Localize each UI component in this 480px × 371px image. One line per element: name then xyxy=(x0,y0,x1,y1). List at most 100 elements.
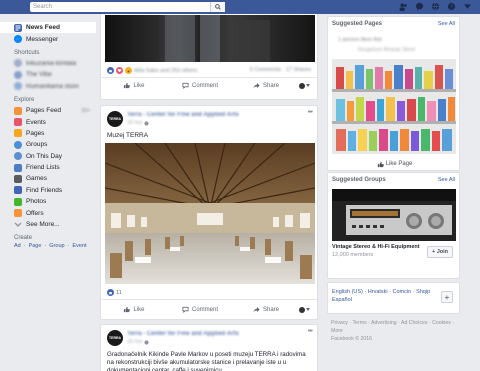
comment-button[interactable]: Comment xyxy=(167,78,233,93)
nav-games[interactable]: Games xyxy=(0,173,96,184)
help-icon[interactable]: ? xyxy=(447,2,456,11)
friend-requests-icon[interactable] xyxy=(399,2,408,11)
nav-offers[interactable]: Offers xyxy=(0,207,96,218)
nav-events[interactable]: Events xyxy=(0,116,96,127)
post-audience-selector[interactable] xyxy=(299,82,317,89)
post-meta: 15 hrs xyxy=(127,339,149,345)
dropdown-arrow-icon[interactable] xyxy=(463,2,472,11)
groups-icon xyxy=(14,140,22,149)
search-input[interactable]: Search xyxy=(30,2,225,12)
see-all-link[interactable]: See All xyxy=(438,177,455,183)
add-language-button[interactable]: + xyxy=(441,291,453,303)
page-avatar[interactable]: TERRA xyxy=(107,111,123,127)
nav-messenger[interactable]: Messenger xyxy=(0,33,96,44)
nav-see-more[interactable]: See More... xyxy=(0,219,96,230)
post-audience-selector[interactable] xyxy=(299,306,317,313)
like-button[interactable]: Like xyxy=(101,78,167,93)
suggested-groups-heading: Suggested Groups xyxy=(332,177,386,183)
footer: Privacy · Terms · Advertising · Ad Choic… xyxy=(331,320,455,342)
nav-label: Groups xyxy=(26,141,48,149)
language-box: English (US) · Hrvatski · Comcin · Shqip… xyxy=(327,282,460,314)
footer-link[interactable]: Advertising xyxy=(371,320,397,326)
post-actions: Like Comment Share xyxy=(101,77,317,93)
avatar xyxy=(299,82,305,89)
post-author[interactable]: Terra - Center for Fine and Applied Arts xyxy=(127,331,239,337)
footer-link[interactable]: Privacy xyxy=(331,320,348,326)
like-button[interactable]: Like xyxy=(101,300,167,319)
page-category: Drugstore Beauty Store xyxy=(358,47,416,53)
feed-post: Alila Sabo and 253 others 5 Comments · 1… xyxy=(100,14,318,100)
share-label: Share xyxy=(262,306,279,313)
language-link[interactable]: Español xyxy=(332,297,352,303)
nav-photos[interactable]: Photos xyxy=(0,196,96,207)
events-icon xyxy=(14,118,22,127)
reaction-summary[interactable]: Alila Sabo and 253 others xyxy=(107,67,197,74)
create-group-link[interactable]: Group xyxy=(49,243,64,249)
friend-lists-icon xyxy=(14,163,22,172)
suggested-page-image[interactable] xyxy=(332,59,456,154)
search-button[interactable] xyxy=(210,2,225,12)
create-ad-link[interactable]: Ad xyxy=(14,243,21,249)
nav-label: Events xyxy=(26,118,46,126)
love-reaction-icon xyxy=(116,67,123,74)
language-link[interactable]: Hrvatski xyxy=(368,289,388,295)
share-button[interactable]: Share xyxy=(233,300,299,319)
shortcut-item[interactable]: The Vibe xyxy=(0,69,96,80)
reaction-summary[interactable]: 11 xyxy=(107,289,122,296)
see-all-link[interactable]: See All xyxy=(438,21,455,27)
post-timestamp[interactable]: 15 hrs xyxy=(127,339,142,345)
nav-on-this-day[interactable]: On This Day xyxy=(0,151,96,162)
post-author[interactable]: Terra - Center for Fine and Applied Arts xyxy=(127,112,239,118)
nav-pages-feed[interactable]: Pages Feed 20+ xyxy=(0,105,96,116)
news-feed: Alila Sabo and 253 others 5 Comments · 1… xyxy=(100,14,318,371)
nav-label: Photos xyxy=(26,198,47,206)
svg-text:?: ? xyxy=(450,4,453,10)
language-link[interactable]: Shqip xyxy=(416,289,430,295)
footer-link[interactable]: Ad Choices xyxy=(401,320,428,326)
group-name[interactable]: Vintage Stereo & Hi-Fi Equipment xyxy=(332,244,422,251)
nav-news-feed[interactable]: News Feed xyxy=(0,22,96,34)
nav-label: Pages Feed xyxy=(26,107,62,115)
feed-post: TERRA Terra - Center for Fine and Applie… xyxy=(100,105,318,320)
footer-link[interactable]: Cookies xyxy=(432,320,451,326)
create-event-link[interactable]: Event xyxy=(72,243,86,249)
footer-link[interactable]: Terms xyxy=(353,320,367,326)
like-reaction-icon xyxy=(107,289,114,296)
nav-label: On This Day xyxy=(26,152,63,160)
nav-friend-lists[interactable]: Friend Lists xyxy=(0,162,96,173)
chevron-down-icon xyxy=(306,308,310,311)
shortcut-item[interactable]: Inkuzania kimtala xyxy=(0,58,96,69)
messages-icon[interactable] xyxy=(415,2,424,11)
nav-label: Games xyxy=(26,175,47,183)
nav-groups[interactable]: Groups xyxy=(0,139,96,150)
nav-pages[interactable]: Pages xyxy=(0,128,96,139)
language-link[interactable]: Comcin xyxy=(393,289,412,295)
page-avatar[interactable]: TERRA xyxy=(107,330,123,346)
join-group-button[interactable]: + Join xyxy=(427,246,453,258)
group-avatar xyxy=(14,70,22,79)
suggested-group-image[interactable] xyxy=(332,189,456,241)
nav-find-friends[interactable]: Find Friends xyxy=(0,185,96,196)
create-page-link[interactable]: Page xyxy=(29,243,42,249)
nav-label: See More... xyxy=(26,221,60,229)
like-page-button[interactable]: Like Page xyxy=(328,157,461,171)
post-options-icon[interactable]: ••• xyxy=(308,328,313,335)
share-button[interactable]: Share xyxy=(233,78,299,93)
globe-icon[interactable] xyxy=(431,2,440,11)
thumbs-up-icon xyxy=(124,82,131,89)
language-link[interactable]: English (US) xyxy=(332,289,363,295)
post-image[interactable] xyxy=(105,15,315,62)
post-options-icon[interactable]: ••• xyxy=(308,109,313,116)
post-timestamp[interactable]: 15 hrs xyxy=(127,120,142,126)
footer-link[interactable]: More xyxy=(331,328,343,334)
post-image[interactable] xyxy=(105,143,315,284)
create-heading: Create xyxy=(14,235,33,242)
shortcut-item[interactable]: Humanitama stom xyxy=(0,81,96,92)
comment-share-count[interactable]: 5 Comments · 17 Shares xyxy=(250,67,311,73)
comment-button[interactable]: Comment xyxy=(167,300,233,319)
on-this-day-icon xyxy=(14,152,22,161)
comment-label: Comment xyxy=(191,306,218,313)
shortcuts-heading: Shortcuts xyxy=(14,49,40,56)
globe-privacy-icon xyxy=(144,120,149,126)
comment-icon xyxy=(182,306,189,313)
